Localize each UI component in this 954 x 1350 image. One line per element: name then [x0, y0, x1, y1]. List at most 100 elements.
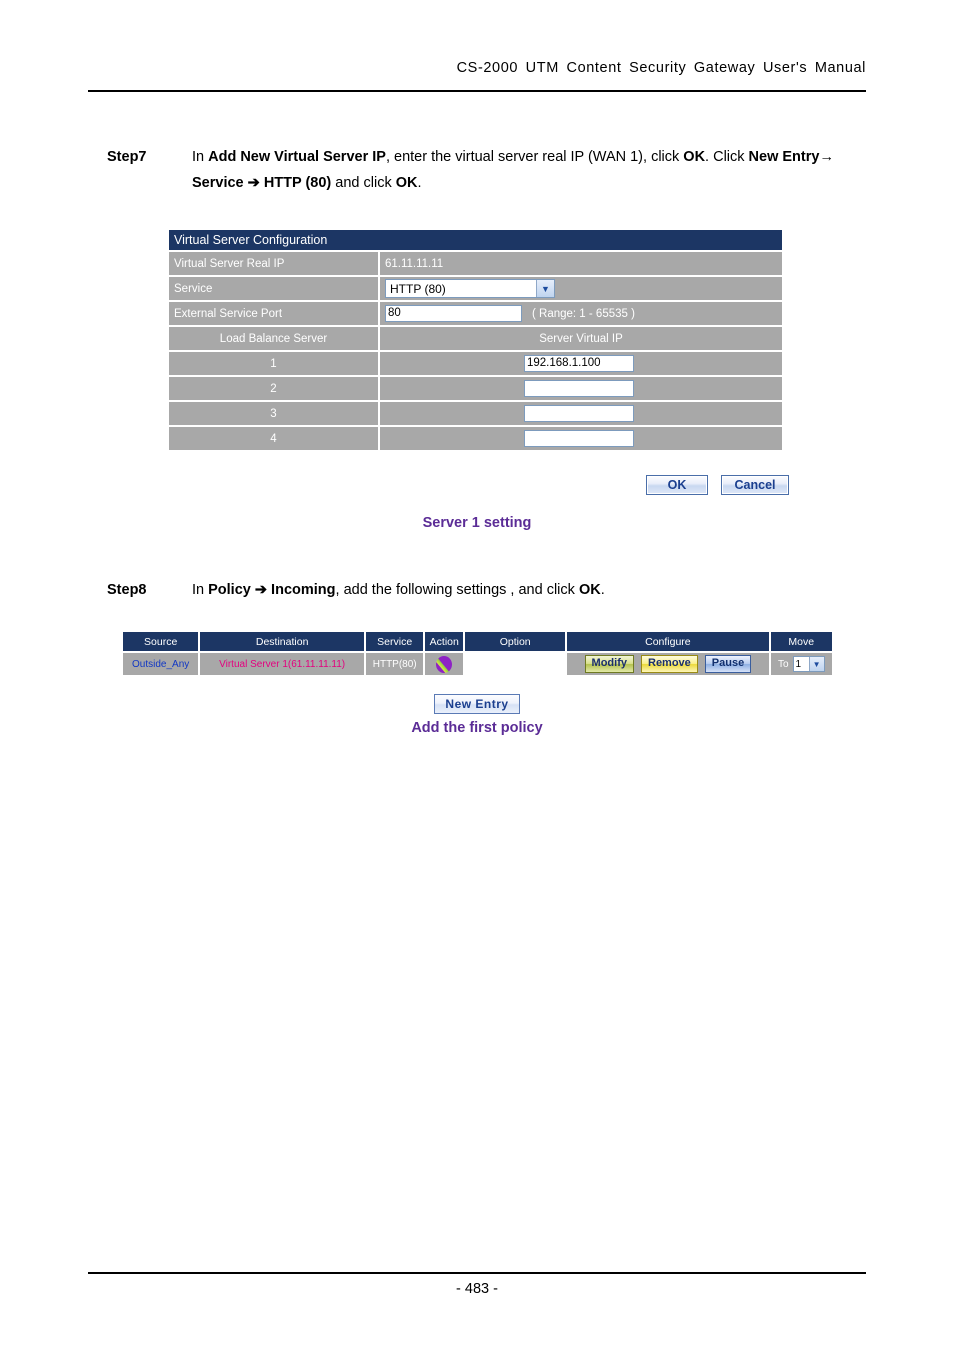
vs-action-buttons: OK Cancel	[646, 475, 789, 495]
modify-button[interactable]: Modify	[584, 655, 634, 673]
vs-row-server-2: 2	[169, 377, 782, 400]
vs-server-ip-cell-2	[380, 377, 782, 400]
policy-cell-option	[465, 653, 565, 675]
step7-p3: . Click	[705, 149, 749, 165]
page-header-title: CS-2000 UTM Content Security Gateway Use…	[456, 60, 866, 76]
move-position-value: 1	[795, 658, 802, 670]
policy-table-header-row: Source Destination Service Action Option…	[123, 632, 832, 651]
policy-permit-icon	[436, 655, 453, 673]
vs-value-external-port: ( Range: 1 - 65535 )	[380, 302, 782, 325]
page-number: - 483 -	[456, 1281, 498, 1297]
step8-arrow1-icon: ➔	[254, 582, 268, 598]
policy-header-source: Source	[123, 632, 199, 651]
port-range-note: ( Range: 1 - 65535 )	[532, 307, 635, 320]
step7-b1: Add New Virtual Server IP	[208, 149, 386, 165]
step8-block: Step8 In Policy ➔ Incoming, add the foll…	[107, 577, 867, 603]
header-divider	[88, 90, 866, 92]
vs-row-service: Service HTTP (80) ▼	[169, 277, 782, 300]
policy-destination-value: Virtual Server 1(61.11.11.11)	[219, 658, 346, 670]
policy-cell-destination: Virtual Server 1(61.11.11.11)	[200, 653, 364, 675]
vs-row-external-port: External Service Port ( Range: 1 - 65535…	[169, 302, 782, 325]
vs-label-external-port: External Service Port	[169, 302, 378, 325]
vs-label-server-virtual-ip: Server Virtual IP	[380, 327, 782, 350]
step8-b2: Incoming	[267, 582, 336, 598]
vs-label-real-ip: Virtual Server Real IP	[169, 252, 378, 275]
figure-caption-server-1-setting: Server 1 setting	[422, 515, 532, 531]
step7-b3: New Entry	[748, 149, 820, 165]
server-virtual-ip-input-1[interactable]	[524, 355, 634, 372]
table-row[interactable]: Outside_Any Virtual Server 1(61.11.11.11…	[123, 653, 832, 675]
step7-text: In Add New Virtual Server IP, enter the …	[192, 144, 867, 196]
move-position-select[interactable]: 1 ▼	[792, 656, 825, 672]
vs-label-service: Service	[169, 277, 378, 300]
policy-header-configure: Configure	[567, 632, 769, 651]
service-select-value: HTTP (80)	[390, 281, 446, 296]
vs-label-load-balance-server: Load Balance Server	[169, 327, 378, 350]
policy-cell-service: HTTP(80)	[365, 653, 424, 675]
vs-row-server-3: 3	[169, 402, 782, 425]
step7-b5: HTTP (80)	[259, 175, 332, 191]
step8-label: Step8	[107, 582, 147, 598]
remove-button[interactable]: Remove	[641, 655, 698, 673]
policy-cell-move: To 1 ▼	[770, 653, 832, 675]
ok-button[interactable]: OK	[646, 475, 708, 495]
vs-server-index-1: 1	[169, 352, 378, 375]
cancel-button[interactable]: Cancel	[721, 475, 789, 495]
step7-arrow2-icon: ➔	[247, 175, 260, 191]
vs-server-ip-cell-1	[380, 352, 782, 375]
virtual-server-configuration-table: Virtual Server Configuration Virtual Ser…	[169, 230, 782, 452]
manual-page: CS-2000 UTM Content Security Gateway Use…	[0, 0, 954, 1350]
move-control: To 1 ▼	[778, 656, 825, 672]
step8-p1: In	[192, 582, 209, 598]
step7-b6: OK	[395, 175, 418, 191]
server-virtual-ip-input-2[interactable]	[524, 380, 634, 397]
vs-server-ip-cell-3	[380, 402, 782, 425]
vs-row-real-ip: Virtual Server Real IP 61.11.11.11	[169, 252, 782, 275]
vs-value-service: HTTP (80) ▼	[380, 277, 782, 300]
vs-server-index-4: 4	[169, 427, 378, 450]
policy-header-destination: Destination	[200, 632, 364, 651]
policy-cell-source: Outside_Any	[123, 653, 199, 675]
external-service-port-input[interactable]	[385, 305, 522, 322]
move-to-label: To	[777, 658, 789, 670]
vs-table-title: Virtual Server Configuration	[169, 230, 782, 252]
policy-service-value: HTTP(80)	[372, 658, 417, 670]
pause-button[interactable]: Pause	[704, 655, 752, 673]
new-entry-button-wrap: New Entry	[0, 694, 954, 714]
policy-header-service: Service	[365, 632, 424, 651]
step7-b2: OK	[683, 149, 706, 165]
figure-caption-add-first-policy: Add the first policy	[411, 720, 543, 736]
step7-p5: .	[417, 175, 422, 191]
chevron-down-icon[interactable]: ▼	[536, 280, 554, 297]
policy-header-option: Option	[465, 632, 566, 651]
vs-row-balance-header: Load Balance Server Server Virtual IP	[169, 327, 782, 350]
step7-p4: and click	[331, 175, 396, 191]
vs-server-index-2: 2	[169, 377, 378, 400]
configure-button-group: Modify Remove Pause	[584, 655, 752, 673]
server-virtual-ip-input-4[interactable]	[524, 430, 634, 447]
policy-incoming-table: Source Destination Service Action Option…	[123, 632, 832, 675]
policy-header-action: Action	[425, 632, 464, 651]
step8-p3: .	[600, 582, 605, 598]
footer-divider	[88, 1272, 866, 1274]
vs-row-server-4: 4	[169, 427, 782, 450]
step8-p2: , add the following settings , and click	[335, 582, 579, 598]
new-entry-button[interactable]: New Entry	[434, 694, 520, 714]
vs-server-index-3: 3	[169, 402, 378, 425]
service-select[interactable]: HTTP (80) ▼	[385, 279, 555, 298]
vs-row-server-1: 1	[169, 352, 782, 375]
step7-p1: In	[192, 149, 209, 165]
vs-server-ip-cell-4	[380, 427, 782, 450]
step7-b4: Service	[192, 175, 248, 191]
chevron-down-icon[interactable]: ▼	[808, 657, 824, 671]
policy-source-value: Outside_Any	[132, 658, 190, 670]
step8-b3: OK	[578, 582, 601, 598]
step7-label: Step7	[107, 149, 147, 165]
policy-header-move: Move	[770, 632, 832, 651]
step8-text: In Policy ➔ Incoming, add the following …	[192, 577, 867, 603]
server-virtual-ip-input-3[interactable]	[524, 405, 634, 422]
policy-cell-action	[425, 653, 464, 675]
step8-b1: Policy	[208, 582, 251, 598]
step7-block: Step7 In Add New Virtual Server IP, ente…	[107, 144, 867, 196]
step7-arrow1-icon: →	[819, 149, 834, 165]
